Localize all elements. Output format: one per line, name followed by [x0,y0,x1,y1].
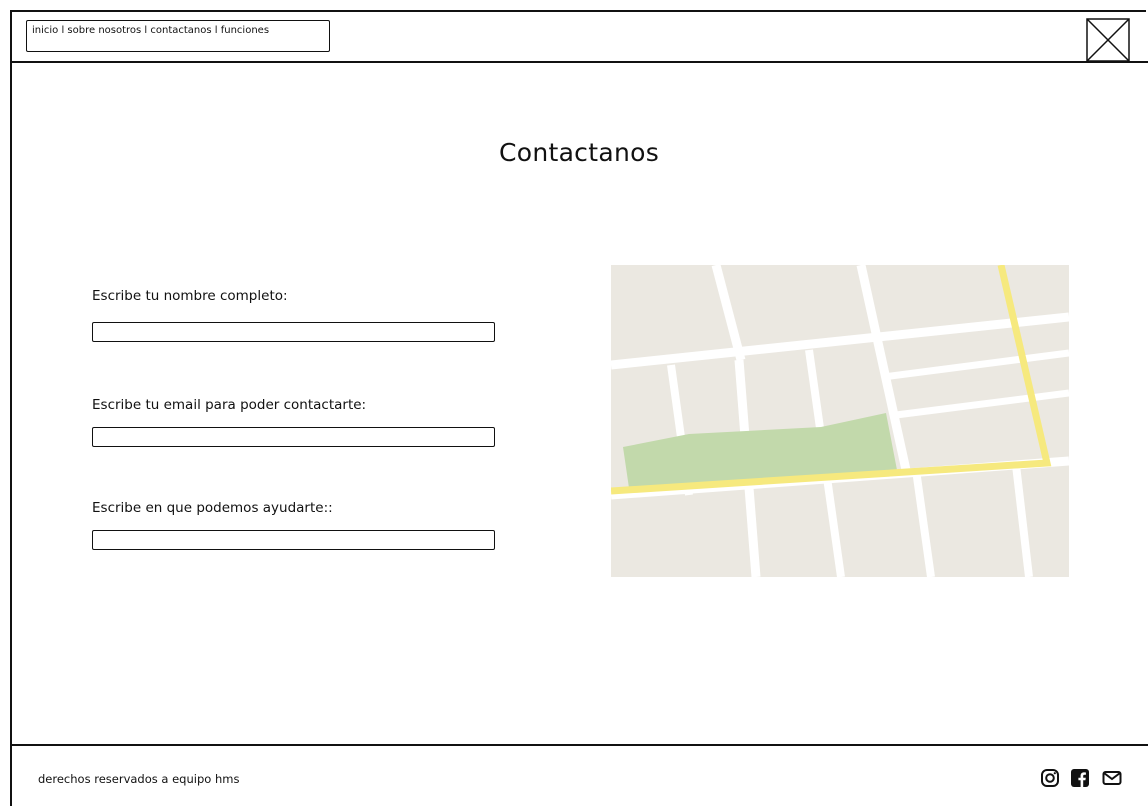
footer-divider [10,744,1148,746]
footer-copyright: derechos reservados a equipo hms [38,772,240,786]
name-label: Escribe tu nombre completo: [92,288,288,304]
nav-menu[interactable]: inicio l sobre nosotros l contactanos l … [26,20,330,52]
page-title: Contactanos [498,138,660,167]
email-label: Escribe tu email para poder contactarte: [92,397,367,413]
image-placeholder-icon [1086,18,1130,62]
facebook-icon[interactable] [1070,768,1090,788]
mail-icon[interactable] [1102,768,1122,788]
message-input[interactable] [92,530,495,550]
name-input[interactable] [92,322,495,342]
map-placeholder [611,265,1069,577]
message-label: Escribe en que podemos ayudarte:: [92,500,333,516]
email-input[interactable] [92,427,495,447]
instagram-icon[interactable] [1040,768,1060,788]
